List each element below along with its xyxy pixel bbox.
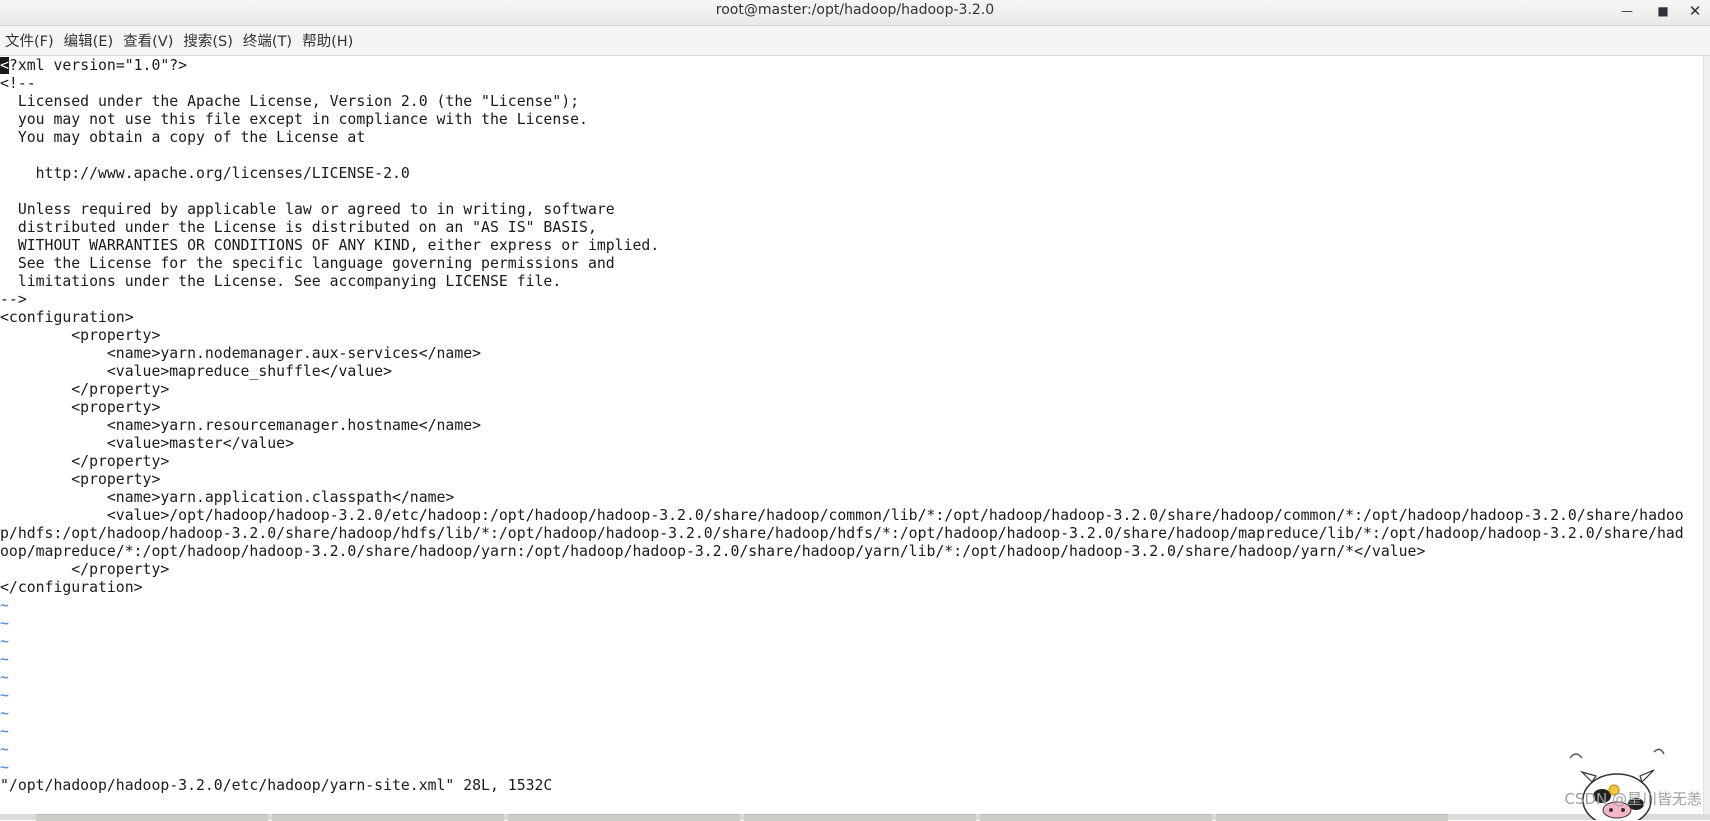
editor-line: See the License for the specific languag… xyxy=(0,255,615,272)
window-title: root@master:/opt/hadoop/hadoop-3.2.0 xyxy=(715,2,995,18)
maximize-icon[interactable]: ■ xyxy=(1653,2,1673,20)
tilde-marker: ~ xyxy=(0,687,9,704)
editor-line: <configuration> xyxy=(0,309,134,326)
window-titlebar: root@master:/opt/hadoop/hadoop-3.2.0 — ■… xyxy=(0,0,1710,26)
editor-line: oop/mapreduce/*:/opt/hadoop/hadoop-3.2.0… xyxy=(0,543,1426,560)
csdn-watermark: CSDN @星川皆无恙 xyxy=(1564,790,1702,808)
empty-line-markers: ~ ~ ~ ~ ~ ~ ~ ~ ~ ~ xyxy=(0,597,1684,777)
tilde-marker: ~ xyxy=(0,651,9,668)
editor-line: <value>master</value> xyxy=(0,435,294,452)
editor-line: <value>/opt/hadoop/hadoop-3.2.0/etc/hado… xyxy=(0,507,1684,524)
editor-line: p/hdfs:/opt/hadoop/hadoop-3.2.0/share/ha… xyxy=(0,525,1684,542)
menu-edit[interactable]: 编辑(E) xyxy=(63,30,120,51)
tilde-marker: ~ xyxy=(0,633,9,650)
editor-line: <property> xyxy=(0,471,161,488)
editor-line: </property> xyxy=(0,561,170,578)
editor-lines: <?xml version="1.0"?> <!-- Licensed unde… xyxy=(0,57,1684,777)
editor-line: --> xyxy=(0,291,27,308)
tilde-marker: ~ xyxy=(0,759,9,776)
menu-terminal[interactable]: 终端(T) xyxy=(242,30,299,51)
editor-line: Unless required by applicable law or agr… xyxy=(0,201,615,218)
tilde-marker: ~ xyxy=(0,669,9,686)
editor-line: distributed under the License is distrib… xyxy=(0,219,597,236)
menu-view[interactable]: 查看(V) xyxy=(122,30,180,51)
editor-line: <!-- xyxy=(0,75,36,92)
editor-line: http://www.apache.org/licenses/LICENSE-2… xyxy=(0,165,410,182)
editor-line: <value>mapreduce_shuffle</value> xyxy=(0,363,392,380)
editor-line: <name>yarn.application.classpath</name> xyxy=(0,489,455,506)
editor-line: <name>yarn.nodemanager.aux-services</nam… xyxy=(0,345,482,362)
tilde-marker: ~ xyxy=(0,705,9,722)
editor-line: <?xml version="1.0"?> xyxy=(0,57,188,74)
editor-line: you may not use this file except in comp… xyxy=(0,111,588,128)
terminal-scrollbar[interactable] xyxy=(1703,56,1710,820)
menu-search[interactable]: 搜索(S) xyxy=(182,30,240,51)
tilde-marker: ~ xyxy=(0,723,9,740)
editor-line: </property> xyxy=(0,381,170,398)
vim-status-line: "/opt/hadoop/hadoop-3.2.0/etc/hadoop/yar… xyxy=(0,777,553,794)
editor-line: </property> xyxy=(0,453,170,470)
tilde-marker: ~ xyxy=(0,615,9,632)
close-icon[interactable]: ✕ xyxy=(1685,2,1705,20)
minimize-icon[interactable]: — xyxy=(1617,2,1637,20)
editor-line: You may obtain a copy of the License at xyxy=(0,129,366,146)
text-cursor: < xyxy=(0,57,9,74)
menu-help[interactable]: 帮助(H) xyxy=(301,30,360,51)
tilde-marker: ~ xyxy=(0,597,9,614)
editor-line: limitations under the License. See accom… xyxy=(0,273,562,290)
editor-line: <name>yarn.resourcemanager.hostname</nam… xyxy=(0,417,482,434)
menu-file[interactable]: 文件(F) xyxy=(4,30,61,51)
editor-line: WITHOUT WARRANTIES OR CONDITIONS OF ANY … xyxy=(0,237,660,254)
tilde-marker: ~ xyxy=(0,741,9,758)
editor-line: </configuration> xyxy=(0,579,143,596)
terminal-area[interactable]: <?xml version="1.0"?> <!-- Licensed unde… xyxy=(0,56,1704,816)
editor-line: <property> xyxy=(0,327,161,344)
taskbar xyxy=(0,814,1710,821)
menu-bar: 文件(F) 编辑(E) 查看(V) 搜索(S) 终端(T) 帮助(H) xyxy=(0,26,1710,56)
editor-line: Licensed under the Apache License, Versi… xyxy=(0,93,580,110)
editor-line: <property> xyxy=(0,399,161,416)
